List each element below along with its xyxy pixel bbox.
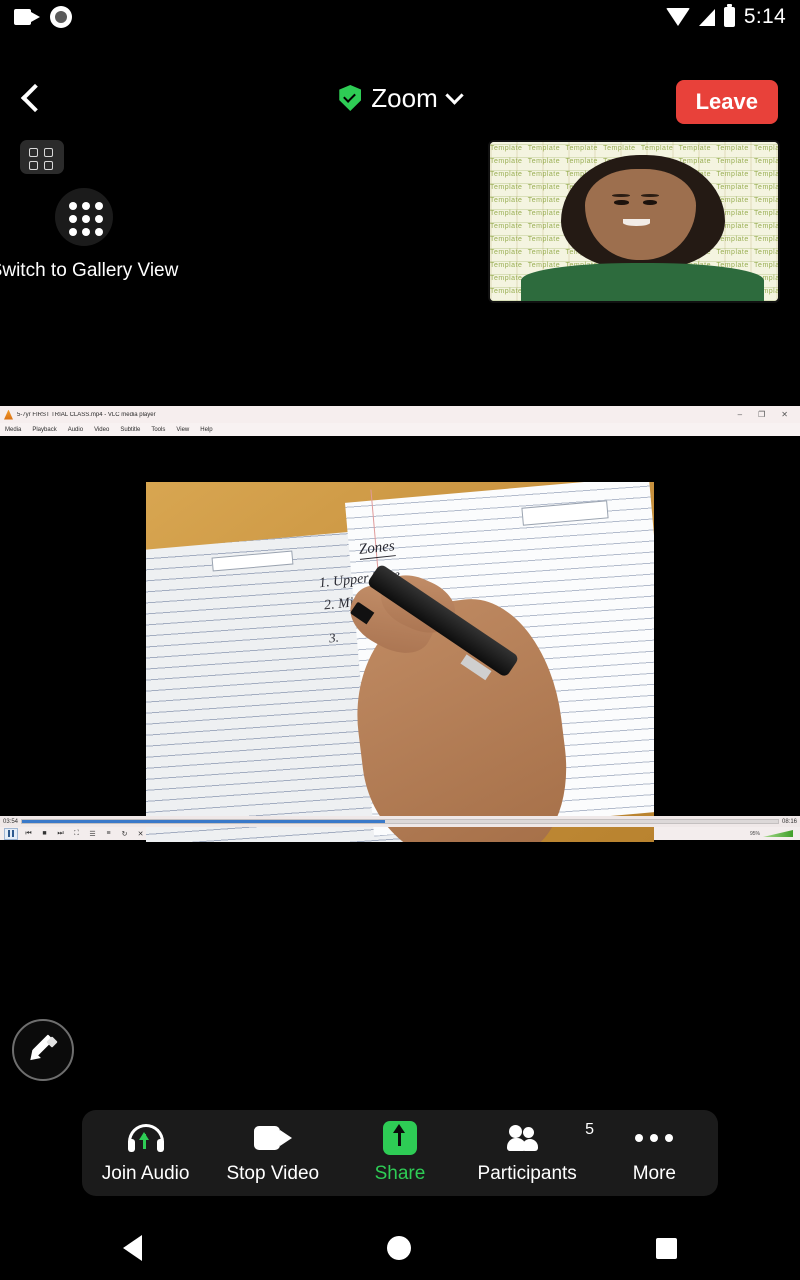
volume-slider[interactable] (763, 830, 793, 837)
page-title: Zoom (371, 82, 438, 113)
menu-item-playback[interactable]: Playback (32, 427, 56, 433)
handwriting-title: Zones (358, 537, 397, 560)
menu-item-media[interactable]: Media (5, 427, 21, 433)
share-button[interactable]: Share (340, 1121, 460, 1185)
more-button[interactable]: More (594, 1121, 714, 1185)
status-bar-right-icons: 5:14 (665, 4, 786, 29)
share-screen-icon (382, 1121, 417, 1155)
android-navigation-bar (0, 1216, 800, 1280)
avatar (521, 154, 765, 301)
four-dot-grid-icon (44, 161, 53, 170)
video-frame: Zones 1. Upper Zone 2. Middle Zone 3. (146, 482, 654, 842)
pause-button[interactable] (4, 827, 18, 840)
next-button[interactable]: ⏭ (55, 829, 66, 839)
video-camera-icon (253, 1121, 292, 1155)
people-icon: 5 (507, 1121, 594, 1155)
vlc-seek-bar[interactable]: 03:54 08:16 (0, 816, 800, 827)
switch-to-gallery-view-label: Switch to Gallery View (0, 260, 179, 281)
cellular-signal-icon (698, 8, 715, 26)
status-bar-clock: 5:14 (743, 5, 786, 28)
green-shield-check-icon (339, 85, 362, 111)
menu-item-video[interactable]: Video (94, 427, 109, 433)
status-bar-left-icons (14, 6, 72, 28)
menu-item-view[interactable]: View (176, 427, 189, 433)
back-triangle-icon[interactable] (122, 1235, 142, 1261)
screen-record-icon (50, 6, 72, 28)
recents-square-icon[interactable] (656, 1237, 678, 1259)
self-video-thumbnail[interactable]: Template Template Template Template Temp… (488, 140, 780, 303)
home-circle-icon[interactable] (386, 1236, 411, 1260)
volume-control[interactable]: 95% (750, 830, 796, 837)
vlc-cone-icon (4, 409, 13, 420)
menu-item-tools[interactable]: Tools (151, 427, 165, 433)
total-time: 08:16 (781, 818, 797, 825)
leave-button[interactable]: Leave (675, 80, 778, 124)
share-label: Share (374, 1163, 426, 1184)
view-toggle-button[interactable] (20, 140, 64, 174)
participants-count-badge: 5 (585, 1121, 595, 1138)
window-controls: – ❐ ✕ (738, 410, 796, 419)
stop-video-label: Stop Video (226, 1163, 320, 1184)
menu-item-subtitle[interactable]: Subtitle (120, 427, 140, 433)
stop-button[interactable]: ■ (39, 829, 50, 839)
join-audio-button[interactable]: Join Audio (86, 1121, 206, 1185)
minimize-button[interactable]: – (738, 410, 742, 419)
previous-button[interactable]: ⏮ (23, 829, 34, 839)
more-label: More (632, 1163, 676, 1184)
four-dot-grid-icon (44, 148, 53, 157)
loop-button[interactable]: ↻ (119, 829, 130, 839)
meeting-top-bar: Zoom Leave (0, 62, 800, 134)
pencil-icon (26, 1034, 58, 1065)
switch-to-gallery-view-button[interactable]: Switch to Gallery View (0, 188, 178, 282)
chevron-left-icon (20, 83, 50, 113)
shuffle-button[interactable]: ✕ (135, 829, 146, 839)
chevron-down-icon[interactable] (445, 85, 464, 105)
handwriting-line-3: 3. (328, 629, 340, 646)
annotate-button[interactable] (12, 1019, 74, 1081)
four-dot-grid-icon (29, 148, 38, 157)
participants-button[interactable]: 5 Participants (467, 1121, 595, 1185)
maximize-button[interactable]: ❐ (758, 410, 765, 419)
elapsed-time: 03:54 (3, 818, 19, 825)
four-dot-grid-icon (29, 161, 38, 170)
menu-item-help[interactable]: Help (200, 427, 212, 433)
zoom-meeting-screen: 5:14 Zoom Leave Switch to Gallery View T… (0, 0, 800, 1280)
extended-settings-button[interactable]: ☰ (87, 829, 98, 839)
menu-item-audio[interactable]: Audio (68, 427, 83, 433)
wifi-icon (665, 8, 690, 26)
battery-icon (723, 4, 735, 27)
back-button[interactable] (0, 62, 70, 134)
camera-recording-icon (14, 9, 40, 25)
headset-audio-icon (127, 1121, 164, 1155)
vlc-video-surface[interactable]: Zones 1. Upper Zone 2. Middle Zone 3. (0, 436, 800, 842)
nine-dot-grid-icon (55, 188, 113, 246)
stop-video-button[interactable]: Stop Video (213, 1121, 333, 1185)
fullscreen-button[interactable]: ⛶ (71, 829, 82, 839)
playlist-button[interactable]: ≡ (103, 829, 114, 839)
seek-track[interactable] (21, 819, 779, 824)
status-bar: 5:14 (0, 0, 800, 34)
meeting-toolbar: Join Audio Stop Video Share 5 Participan… (82, 1110, 718, 1196)
seek-progress (22, 820, 385, 823)
shared-screen-content[interactable]: 5-7yr FIRST TRIAL CLASS.mp4 - VLC media … (0, 406, 800, 842)
join-audio-label: Join Audio (101, 1163, 190, 1184)
close-button[interactable]: ✕ (781, 410, 788, 419)
more-dots-icon (635, 1121, 674, 1155)
vlc-menu-bar: Media Playback Audio Video Subtitle Tool… (0, 423, 800, 436)
volume-level-label: 95% (749, 830, 760, 837)
vlc-window-title: 5-7yr FIRST TRIAL CLASS.mp4 - VLC media … (17, 411, 156, 418)
vlc-title-bar: 5-7yr FIRST TRIAL CLASS.mp4 - VLC media … (0, 406, 800, 423)
participants-label: Participants (477, 1163, 577, 1184)
